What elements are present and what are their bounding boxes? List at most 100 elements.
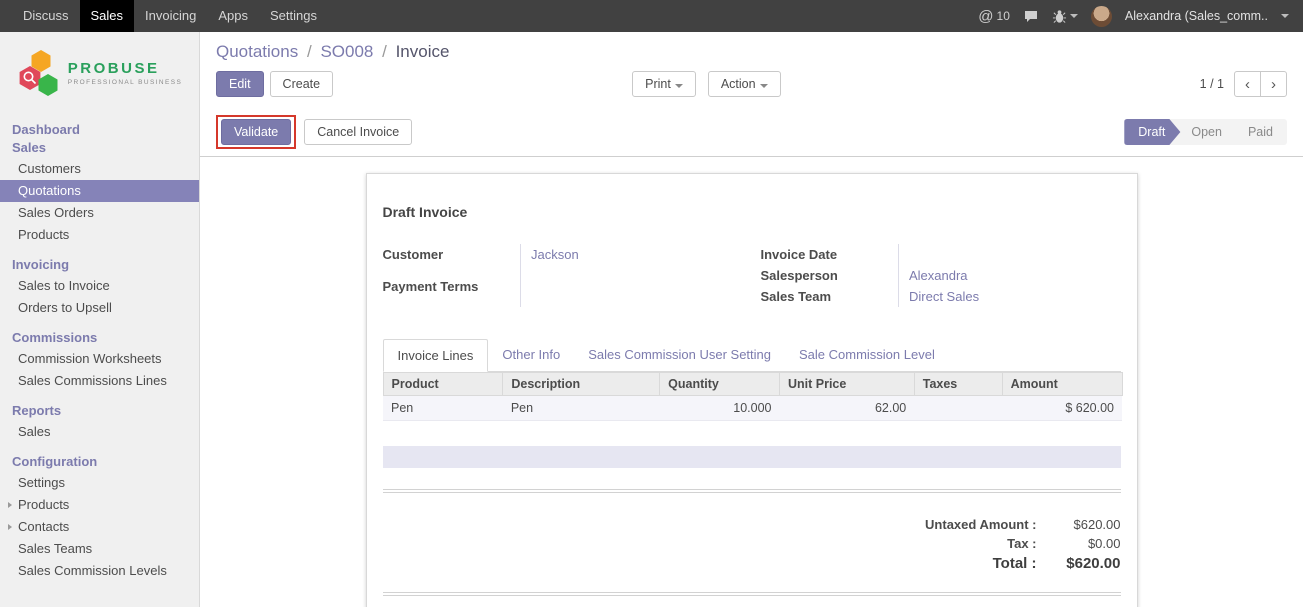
topbar-systray: @ 10 Alexandra (Sales_comm.. <box>978 0 1303 32</box>
pager: 1 / 1 ‹› <box>1200 71 1287 97</box>
tab-invoice-lines[interactable]: Invoice Lines <box>383 339 489 372</box>
statusbar: Validate Cancel Invoice Draft Open Paid <box>200 109 1303 157</box>
at-icon: @ <box>978 8 993 25</box>
invoice-lines-table: Product Description Quantity Unit Price … <box>383 372 1123 421</box>
tax-value: $0.00 <box>1037 536 1121 551</box>
debug-menu-button[interactable] <box>1052 9 1078 24</box>
tab-sales-commission-user-setting[interactable]: Sales Commission User Setting <box>574 339 785 371</box>
sidebar-item-dashboard[interactable]: Dashboard <box>0 118 199 140</box>
column-header-taxes[interactable]: Taxes <box>914 373 1002 396</box>
column-header-unit-price[interactable]: Unit Price <box>779 373 914 396</box>
breadcrumb-current: Invoice <box>396 42 450 61</box>
field-group-left: Customer Jackson Payment Terms <box>383 244 743 307</box>
top-menu-discuss[interactable]: Discuss <box>12 0 80 32</box>
column-header-quantity[interactable]: Quantity <box>660 373 780 396</box>
tax-row: Tax : $0.00 <box>877 534 1121 553</box>
table-header-row: Product Description Quantity Unit Price … <box>383 373 1122 396</box>
sidebar-item-config-products[interactable]: Products <box>0 494 199 516</box>
sidebar-group-commissions: Commissions Commission Worksheets Sales … <box>0 326 199 392</box>
mentions-button[interactable]: @ 10 <box>978 8 1010 25</box>
invoice-date-value <box>899 244 1121 265</box>
cell-taxes <box>914 396 1002 421</box>
empty-line-stripe <box>383 446 1121 468</box>
column-header-description[interactable]: Description <box>503 373 660 396</box>
sidebar-item-sales-root[interactable]: Sales <box>0 140 199 158</box>
form-view-area: Draft Invoice Customer Jackson Payment T… <box>200 157 1303 607</box>
sidebar-item-sales-commissions-lines[interactable]: Sales Commissions Lines <box>0 370 199 392</box>
column-header-amount[interactable]: Amount <box>1002 373 1122 396</box>
sidebar-heading-configuration[interactable]: Configuration <box>0 450 199 472</box>
pager-buttons: ‹› <box>1234 71 1287 97</box>
sidebar-item-customers[interactable]: Customers <box>0 158 199 180</box>
pager-counter[interactable]: 1 / 1 <box>1200 77 1224 91</box>
chat-bubble-icon <box>1023 8 1039 24</box>
chevron-down-icon <box>675 84 683 88</box>
sidebar-heading-commissions[interactable]: Commissions <box>0 326 199 348</box>
user-menu[interactable]: Alexandra (Sales_comm.. <box>1125 9 1268 23</box>
top-menu-invoicing[interactable]: Invoicing <box>134 0 207 32</box>
pager-next-button[interactable]: › <box>1260 71 1287 97</box>
print-dropdown-button[interactable]: Print <box>632 71 696 97</box>
control-panel-buttons-row: Edit Create Print Action 1 / 1 ‹› <box>216 71 1287 97</box>
expander-caret-icon <box>8 502 12 508</box>
sidebar-heading-invoicing[interactable]: Invoicing <box>0 253 199 275</box>
invoice-field-groups: Customer Jackson Payment Terms Invoice D… <box>383 244 1121 307</box>
sidebar-item-commission-worksheets[interactable]: Commission Worksheets <box>0 348 199 370</box>
top-menu-settings[interactable]: Settings <box>259 0 328 32</box>
breadcrumb-quotations[interactable]: Quotations <box>216 42 298 61</box>
validate-button[interactable]: Validate <box>221 119 291 145</box>
logo-subtitle: PROFESSIONAL BUSINESS <box>68 79 182 86</box>
untaxed-amount-value: $620.00 <box>1037 517 1121 532</box>
sidebar-item-reports-sales[interactable]: Sales <box>0 421 199 443</box>
chevron-down-icon <box>1281 14 1289 18</box>
statusbar-buttons: Validate Cancel Invoice <box>216 115 412 149</box>
cell-unit-price: 62.00 <box>779 396 914 421</box>
control-panel: Quotations / SO008 / Invoice Edit Create… <box>200 32 1303 109</box>
sidebar-item-quotations[interactable]: Quotations <box>0 180 199 202</box>
create-button[interactable]: Create <box>270 71 334 97</box>
sidebar-item-label: Products <box>18 497 69 512</box>
total-label: Total : <box>877 555 1037 572</box>
sidebar-group-reports: Reports Sales <box>0 399 199 443</box>
sidebar-item-sales-commission-levels[interactable]: Sales Commission Levels <box>0 560 199 582</box>
sales-team-label: Sales Team <box>761 286 899 307</box>
sidebar-heading-reports[interactable]: Reports <box>0 399 199 421</box>
pager-previous-button[interactable]: ‹ <box>1234 71 1261 97</box>
sidebar-item-orders-to-upsell[interactable]: Orders to Upsell <box>0 297 199 319</box>
cell-quantity: 10.000 <box>660 396 780 421</box>
mention-count: 10 <box>997 9 1010 23</box>
messages-icon[interactable] <box>1023 8 1039 24</box>
notebook-tabs: Invoice Lines Other Info Sales Commissio… <box>383 339 1121 372</box>
tab-other-info[interactable]: Other Info <box>488 339 574 371</box>
top-menu-sales[interactable]: Sales <box>80 0 135 32</box>
invoice-totals: Untaxed Amount : $620.00 Tax : $0.00 Tot… <box>383 515 1121 574</box>
section-divider <box>383 489 1121 493</box>
sidebar-item-config-contacts[interactable]: Contacts <box>0 516 199 538</box>
column-header-product[interactable]: Product <box>383 373 503 396</box>
total-value: $620.00 <box>1037 555 1121 572</box>
sidebar-item-sales-orders[interactable]: Sales Orders <box>0 202 199 224</box>
statusbar-states: Draft Open Paid <box>1124 119 1287 145</box>
sidebar-item-products[interactable]: Products <box>0 224 199 246</box>
expander-caret-icon <box>8 524 12 530</box>
table-row[interactable]: Pen Pen 10.000 62.00 $ 620.00 <box>383 396 1122 421</box>
customer-value: Jackson <box>521 244 743 276</box>
action-dropdown-button[interactable]: Action <box>708 71 781 97</box>
cancel-invoice-button[interactable]: Cancel Invoice <box>304 119 412 145</box>
action-label: Action <box>721 77 756 91</box>
sidebar-item-settings[interactable]: Settings <box>0 472 199 494</box>
app-body: PROBUSE PROFESSIONAL BUSINESS Dashboard … <box>0 32 1303 607</box>
top-menu-apps[interactable]: Apps <box>207 0 259 32</box>
cell-amount: $ 620.00 <box>1002 396 1122 421</box>
breadcrumb-so008[interactable]: SO008 <box>320 42 373 61</box>
untaxed-amount-row: Untaxed Amount : $620.00 <box>877 515 1121 534</box>
tab-sale-commission-level[interactable]: Sale Commission Level <box>785 339 949 371</box>
edit-button[interactable]: Edit <box>216 71 264 97</box>
action-buttons-group: Print Action <box>632 71 780 97</box>
sidebar-item-sales-teams[interactable]: Sales Teams <box>0 538 199 560</box>
cell-description: Pen <box>503 396 660 421</box>
top-navbar: Discuss Sales Invoicing Apps Settings @ … <box>0 0 1303 32</box>
print-label: Print <box>645 77 671 91</box>
sidebar-item-sales-to-invoice[interactable]: Sales to Invoice <box>0 275 199 297</box>
breadcrumb: Quotations / SO008 / Invoice <box>216 42 1287 62</box>
